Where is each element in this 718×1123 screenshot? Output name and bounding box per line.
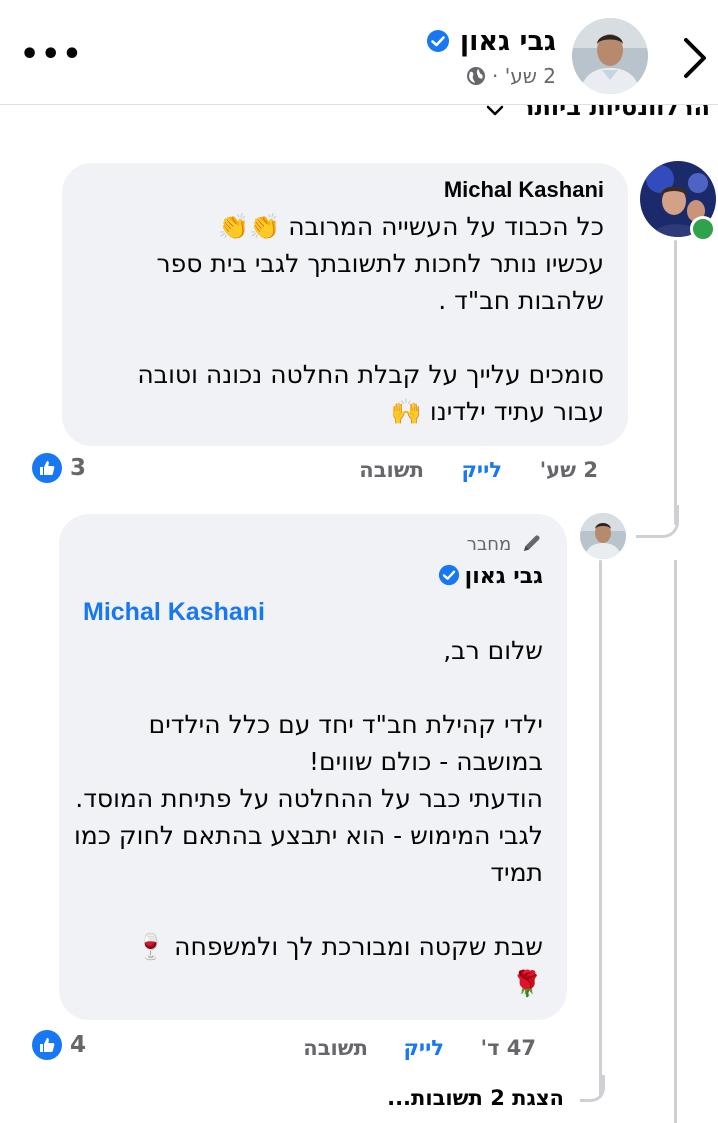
reply-author-row[interactable]: גבי גאון: [438, 564, 543, 589]
author-avatar[interactable]: [572, 18, 648, 94]
replies-connector: [580, 1075, 605, 1102]
like-button[interactable]: לייק: [461, 458, 502, 482]
like-icon: [32, 1030, 62, 1060]
thread-line: [674, 240, 677, 525]
reply-button[interactable]: תשובה: [359, 458, 424, 482]
comment-text: כל הכבוד על העשייה המרובה 👏👏 עכשיו נותר …: [137, 212, 604, 426]
back-button[interactable]: [672, 30, 712, 86]
verified-icon: [438, 564, 459, 586]
reply-reaction-count-value: 4: [70, 1032, 87, 1058]
pencil-icon: [524, 535, 540, 551]
reply-like-button[interactable]: לייק: [403, 1036, 444, 1060]
reply-text: שלום רב, ילדי קהילת חב"ד יחד עם כלל הילד…: [73, 636, 543, 998]
post-meta: 2 שע' ·: [466, 64, 556, 88]
like-icon: [32, 453, 62, 483]
more-icon: •••: [20, 37, 84, 72]
see-more-replies[interactable]: הצגת 2 תשובות...: [387, 1086, 564, 1110]
thread-line-main-continue: [674, 560, 677, 1123]
author-badge: מחבר: [467, 532, 543, 555]
post-time[interactable]: 2 שע' ·: [492, 64, 556, 88]
author-badge-label: מחבר: [466, 534, 512, 555]
author-name[interactable]: גבי גאון: [460, 26, 556, 57]
reaction-count[interactable]: 3: [32, 453, 86, 483]
reply-time[interactable]: 47 ד': [481, 1036, 536, 1060]
chevron-left-icon: [684, 38, 706, 78]
reply-author-avatar[interactable]: [580, 513, 626, 559]
reply-reaction-count[interactable]: 4: [32, 1030, 86, 1060]
sort-label: הרלוונטיות ביותר: [520, 105, 710, 121]
mention-link[interactable]: Michal Kashani: [83, 598, 265, 627]
reply-reply-button[interactable]: תשובה: [303, 1036, 368, 1060]
reply-bubble: מחבר גבי גאון Michal Kashani שלום רב, יל…: [59, 514, 567, 1020]
comment-author[interactable]: Michal Kashani: [444, 177, 604, 203]
thread-connector: [636, 505, 679, 538]
author-name-row[interactable]: גבי גאון: [426, 26, 556, 57]
online-status-dot: [690, 216, 716, 242]
more-options-button[interactable]: •••: [20, 40, 84, 70]
chevron-down-icon: [486, 105, 504, 116]
globe-icon: [466, 67, 485, 85]
comment-time[interactable]: 2 שע': [540, 458, 598, 482]
post-header: גבי גאון 2 שע' · •••: [0, 0, 718, 104]
comment-bubble: Michal Kashani כל הכבוד על העשייה המרובה…: [62, 163, 628, 446]
verified-icon: [427, 30, 450, 52]
reply-author[interactable]: גבי גאון: [465, 564, 543, 589]
thread-line-reply: [599, 560, 602, 1095]
reaction-count-value: 3: [70, 455, 87, 481]
comment-sort-filter[interactable]: הרלוונטיות ביותר: [485, 105, 710, 133]
